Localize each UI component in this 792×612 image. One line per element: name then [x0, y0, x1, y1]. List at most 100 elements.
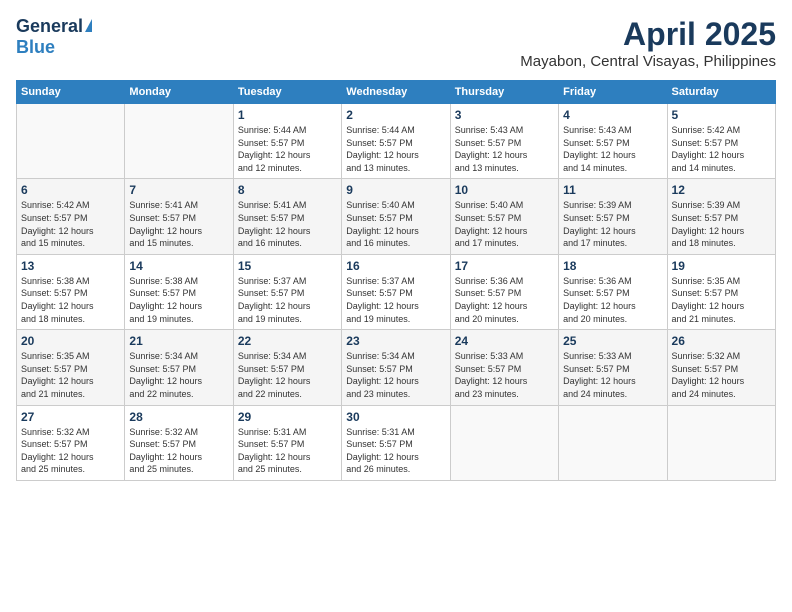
day-info: Sunrise: 5:38 AM Sunset: 5:57 PM Dayligh…: [21, 275, 120, 325]
calendar-cell: 18 Sunrise: 5:36 AM Sunset: 5:57 PM Dayli…: [559, 254, 667, 329]
day-number: 14: [129, 259, 228, 273]
day-info: Sunrise: 5:40 AM Sunset: 5:57 PM Dayligh…: [346, 199, 445, 249]
day-info: Sunrise: 5:33 AM Sunset: 5:57 PM Dayligh…: [455, 350, 554, 400]
day-info: Sunrise: 5:35 AM Sunset: 5:57 PM Dayligh…: [21, 350, 120, 400]
day-number: 17: [455, 259, 554, 273]
day-info: Sunrise: 5:37 AM Sunset: 5:57 PM Dayligh…: [238, 275, 337, 325]
day-number: 4: [563, 108, 662, 122]
day-number: 25: [563, 334, 662, 348]
day-info: Sunrise: 5:34 AM Sunset: 5:57 PM Dayligh…: [346, 350, 445, 400]
day-number: 19: [672, 259, 771, 273]
day-info: Sunrise: 5:32 AM Sunset: 5:57 PM Dayligh…: [672, 350, 771, 400]
day-number: 20: [21, 334, 120, 348]
calendar-cell: 24Sunrise: 5:33 AM Sunset: 5:57 PM Dayli…: [450, 330, 558, 405]
calendar-cell: 2 Sunrise: 5:44 AM Sunset: 5:57 PM Daylig…: [342, 104, 450, 179]
day-number: 3: [455, 108, 554, 122]
month-year: April 2025: [520, 16, 776, 53]
day-info: Sunrise: 5:35 AM Sunset: 5:57 PM Dayligh…: [672, 275, 771, 325]
calendar-cell: 5 Sunrise: 5:42 AM Sunset: 5:57 PM Daylig…: [667, 104, 775, 179]
calendar-cell: 27 Sunrise: 5:32 AM Sunset: 5:57 PM Dayli…: [17, 405, 125, 480]
calendar-cell: 3 Sunrise: 5:43 AM Sunset: 5:57 PM Daylig…: [450, 104, 558, 179]
day-number: 18: [563, 259, 662, 273]
day-number: 12: [672, 183, 771, 197]
col-header-monday: Monday: [125, 81, 233, 104]
calendar-cell: [17, 104, 125, 179]
day-number: 21: [129, 334, 228, 348]
calendar-cell: 30Sunrise: 5:31 AM Sunset: 5:57 PM Dayli…: [342, 405, 450, 480]
calendar-cell: 1Sunrise: 5:44 AM Sunset: 5:57 PM Daylig…: [233, 104, 341, 179]
calendar-cell: 14 Sunrise: 5:38 AM Sunset: 5:57 PM Dayli…: [125, 254, 233, 329]
day-number: 29: [238, 410, 337, 424]
calendar-cell: 16Sunrise: 5:37 AM Sunset: 5:57 PM Dayli…: [342, 254, 450, 329]
calendar-cell: 7 Sunrise: 5:41 AM Sunset: 5:57 PM Daylig…: [125, 179, 233, 254]
calendar-cell: 9 Sunrise: 5:40 AM Sunset: 5:57 PM Daylig…: [342, 179, 450, 254]
day-info: Sunrise: 5:36 AM Sunset: 5:57 PM Dayligh…: [455, 275, 554, 325]
day-number: 2: [346, 108, 445, 122]
day-info: Sunrise: 5:39 AM Sunset: 5:57 PM Dayligh…: [563, 199, 662, 249]
day-number: 27: [21, 410, 120, 424]
calendar-cell: 17 Sunrise: 5:36 AM Sunset: 5:57 PM Dayli…: [450, 254, 558, 329]
calendar-cell: 28 Sunrise: 5:32 AM Sunset: 5:57 PM Dayli…: [125, 405, 233, 480]
calendar-cell: 15 Sunrise: 5:37 AM Sunset: 5:57 PM Dayli…: [233, 254, 341, 329]
day-info: Sunrise: 5:40 AM Sunset: 5:57 PM Dayligh…: [455, 199, 554, 249]
calendar-cell: 6 Sunrise: 5:42 AM Sunset: 5:57 PM Daylig…: [17, 179, 125, 254]
calendar-cell: 26 Sunrise: 5:32 AM Sunset: 5:57 PM Dayli…: [667, 330, 775, 405]
calendar-cell: 22Sunrise: 5:34 AM Sunset: 5:57 PM Dayli…: [233, 330, 341, 405]
week-row-3: 13 Sunrise: 5:38 AM Sunset: 5:57 PM Dayli…: [17, 254, 776, 329]
col-header-sunday: Sunday: [17, 81, 125, 104]
day-number: 22: [238, 334, 337, 348]
week-row-4: 20 Sunrise: 5:35 AM Sunset: 5:57 PM Dayli…: [17, 330, 776, 405]
title-area: April 2025 Mayabon, Central Visayas, Phi…: [520, 16, 776, 70]
day-info: Sunrise: 5:44 AM Sunset: 5:57 PM Dayligh…: [346, 124, 445, 174]
col-header-friday: Friday: [559, 81, 667, 104]
week-row-5: 27 Sunrise: 5:32 AM Sunset: 5:57 PM Dayli…: [17, 405, 776, 480]
day-number: 26: [672, 334, 771, 348]
day-number: 30: [346, 410, 445, 424]
calendar-cell: 13 Sunrise: 5:38 AM Sunset: 5:57 PM Dayli…: [17, 254, 125, 329]
day-info: Sunrise: 5:32 AM Sunset: 5:57 PM Dayligh…: [129, 426, 228, 476]
calendar-body: 1 Sunrise: 5:44 AM Sunset: 5:57 PM Daylig…: [17, 104, 776, 481]
day-info: Sunrise: 5:43 AM Sunset: 5:57 PM Dayligh…: [563, 124, 662, 174]
day-number: 6: [21, 183, 120, 197]
day-info: Sunrise: 5:36 AM Sunset: 5:57 PM Dayligh…: [563, 275, 662, 325]
day-number: 10: [455, 183, 554, 197]
day-info: Sunrise: 5:41 AM Sunset: 5:57 PM Dayligh…: [238, 199, 337, 249]
col-header-tuesday: Tuesday: [233, 81, 341, 104]
calendar-cell: 12 Sunrise: 5:39 AM Sunset: 5:57 PM Dayli…: [667, 179, 775, 254]
logo-triangle-icon: [85, 19, 92, 32]
calendar-cell: 29 Sunrise: 5:31 AM Sunset: 5:57 PM Dayli…: [233, 405, 341, 480]
day-info: Sunrise: 5:42 AM Sunset: 5:57 PM Dayligh…: [672, 124, 771, 174]
day-info: Sunrise: 5:34 AM Sunset: 5:57 PM Dayligh…: [129, 350, 228, 400]
day-info: Sunrise: 5:38 AM Sunset: 5:57 PM Dayligh…: [129, 275, 228, 325]
day-number: 1: [238, 108, 337, 122]
day-number: 9: [346, 183, 445, 197]
col-header-saturday: Saturday: [667, 81, 775, 104]
day-info: Sunrise: 5:39 AM Sunset: 5:57 PM Dayligh…: [672, 199, 771, 249]
day-info: Sunrise: 5:42 AM Sunset: 5:57 PM Dayligh…: [21, 199, 120, 249]
calendar-cell: 25Sunrise: 5:33 AM Sunset: 5:57 PM Dayli…: [559, 330, 667, 405]
day-info: Sunrise: 5:31 AM Sunset: 5:57 PM Dayligh…: [238, 426, 337, 476]
calendar-cell: [559, 405, 667, 480]
day-info: Sunrise: 5:32 AM Sunset: 5:57 PM Dayligh…: [21, 426, 120, 476]
calendar-cell: 10 Sunrise: 5:40 AM Sunset: 5:57 PM Dayli…: [450, 179, 558, 254]
header: General Blue April 2025 Mayabon, Central…: [16, 16, 776, 70]
day-number: 15: [238, 259, 337, 273]
day-number: 8: [238, 183, 337, 197]
col-header-thursday: Thursday: [450, 81, 558, 104]
calendar-cell: 20 Sunrise: 5:35 AM Sunset: 5:57 PM Dayli…: [17, 330, 125, 405]
calendar-table: SundayMondayTuesdayWednesdayThursdayFrid…: [16, 80, 776, 481]
day-number: 28: [129, 410, 228, 424]
calendar-cell: [125, 104, 233, 179]
day-info: Sunrise: 5:37 AM Sunset: 5:57 PM Dayligh…: [346, 275, 445, 325]
col-header-wednesday: Wednesday: [342, 81, 450, 104]
calendar-cell: 4 Sunrise: 5:43 AM Sunset: 5:57 PM Daylig…: [559, 104, 667, 179]
logo-general-text: General: [16, 16, 83, 37]
week-row-2: 6 Sunrise: 5:42 AM Sunset: 5:57 PM Daylig…: [17, 179, 776, 254]
calendar-cell: 11Sunrise: 5:39 AM Sunset: 5:57 PM Dayli…: [559, 179, 667, 254]
logo: General Blue: [16, 16, 92, 58]
day-info: Sunrise: 5:41 AM Sunset: 5:57 PM Dayligh…: [129, 199, 228, 249]
day-number: 7: [129, 183, 228, 197]
day-info: Sunrise: 5:43 AM Sunset: 5:57 PM Dayligh…: [455, 124, 554, 174]
day-number: 5: [672, 108, 771, 122]
day-number: 13: [21, 259, 120, 273]
